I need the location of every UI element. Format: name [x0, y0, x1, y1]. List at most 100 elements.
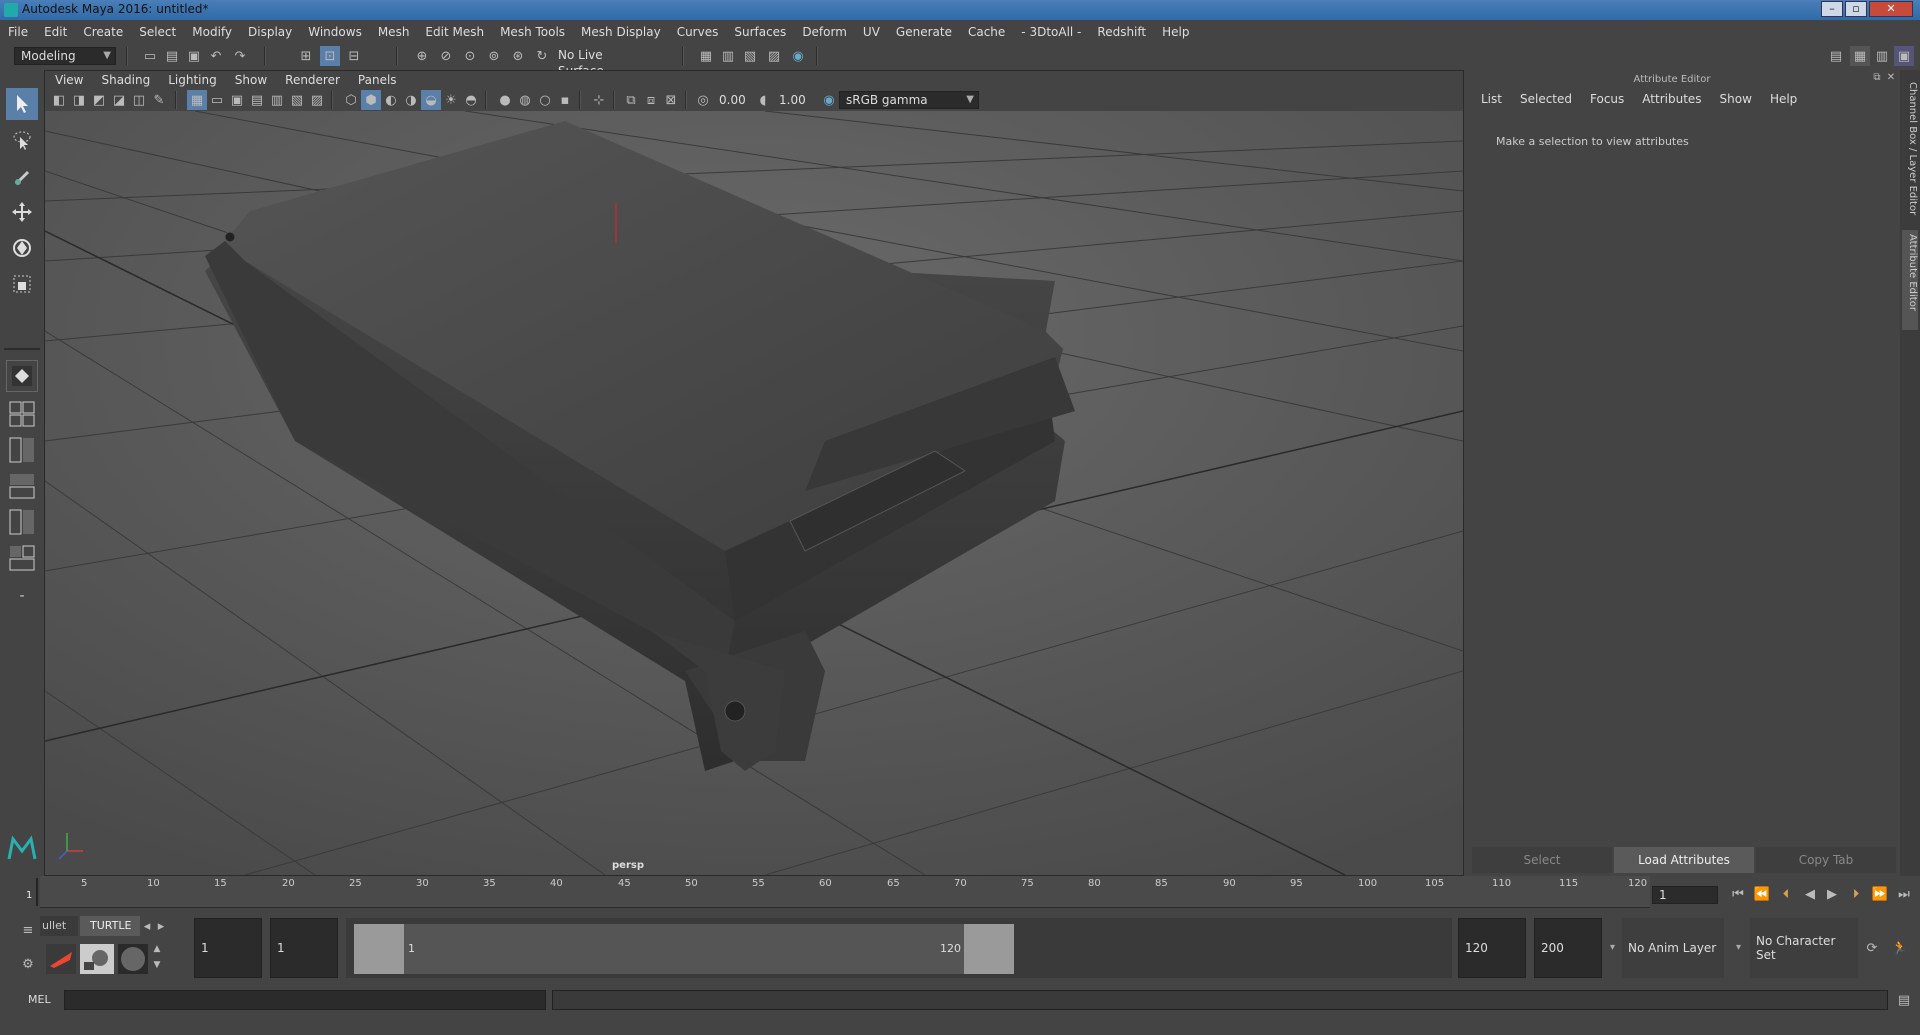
attr-menu-show[interactable]: Show — [1711, 92, 1761, 106]
rotate-tool-icon[interactable] — [6, 232, 38, 264]
playback-start-field[interactable]: 1 — [270, 918, 338, 978]
menu-windows[interactable]: Windows — [300, 25, 370, 39]
animation-preferences-icon[interactable]: 🏃 — [1890, 938, 1910, 958]
menu-curves[interactable]: Curves — [669, 25, 727, 39]
tool-settings-icon[interactable]: ▥ — [1872, 46, 1892, 66]
go-to-end-icon[interactable]: ⏭ — [1894, 884, 1914, 904]
shelf-menu-icon[interactable]: ≡ — [18, 920, 38, 940]
menu-modify[interactable]: Modify — [184, 25, 240, 39]
xray-joints-icon[interactable]: ⧈ — [641, 90, 661, 110]
character-set-dropdown[interactable]: No Character Set — [1750, 918, 1858, 978]
exposure-icon[interactable]: ◎ — [693, 90, 713, 110]
grid-toggle-icon[interactable]: ▦ — [187, 90, 207, 110]
menu-help[interactable]: Help — [1154, 25, 1197, 39]
maximize-button[interactable]: ▫ — [1845, 1, 1867, 17]
snap-point-icon[interactable]: ⊙ — [460, 46, 480, 66]
snap-grid-icon[interactable]: ⊕ — [412, 46, 432, 66]
shelf-up-icon[interactable]: ▲ — [150, 942, 164, 956]
mode-dropdown[interactable]: Modeling ▼ — [14, 47, 116, 65]
menu-file[interactable]: File — [0, 25, 36, 39]
start-frame-field[interactable]: 1 — [194, 918, 262, 978]
play-forwards-icon[interactable]: ▶ — [1822, 884, 1842, 904]
wireframe-on-shaded-icon[interactable]: ◑ — [401, 90, 421, 110]
turtle-sphere-icon[interactable] — [118, 944, 148, 974]
select-button[interactable]: Select — [1472, 847, 1612, 873]
safe-action-icon[interactable]: ▧ — [287, 90, 307, 110]
3d-viewport[interactable]: persp — [45, 111, 1463, 875]
hypershade-icon[interactable]: ▨ — [764, 46, 784, 66]
anim-layer-dropdown[interactable]: No Anim Layer — [1622, 918, 1724, 978]
attr-menu-selected[interactable]: Selected — [1511, 92, 1581, 106]
xray-components-icon[interactable]: ⊠ — [661, 90, 681, 110]
snap-curve-icon[interactable]: ⊘ — [436, 46, 456, 66]
color-space-dropdown[interactable]: sRGB gamma ▼ — [839, 91, 979, 109]
close-button[interactable]: ✕ — [1869, 1, 1913, 17]
attribute-editor-tab[interactable]: Attribute Editor — [1902, 230, 1918, 330]
go-to-start-icon[interactable]: ⏮ — [1728, 884, 1748, 904]
film-gate-icon[interactable]: ▭ — [207, 90, 227, 110]
menu-display[interactable]: Display — [240, 25, 300, 39]
menu-uv[interactable]: UV — [855, 25, 888, 39]
depth-of-field-icon[interactable]: ▪ — [555, 90, 575, 110]
hypershade-layout-icon[interactable] — [6, 542, 38, 574]
shelf-scroll-left-icon[interactable]: ◂ — [140, 916, 154, 936]
anim-layer-dropdown-icon[interactable]: ▾ — [1610, 942, 1615, 953]
step-back-frame-icon[interactable]: ⏴ — [1776, 884, 1796, 904]
float-panel-icon[interactable]: ⧉ — [1870, 70, 1884, 84]
menu-deform[interactable]: Deform — [794, 25, 855, 39]
channel-box-toggle-icon[interactable]: ▣ — [1894, 46, 1914, 66]
modeling-toolkit-icon[interactable]: ▤ — [1826, 46, 1846, 66]
step-forward-key-icon[interactable]: ⏩ — [1870, 884, 1890, 904]
current-frame-field[interactable]: 1 — [1652, 886, 1718, 904]
2d-pan-zoom-icon[interactable]: ◫ — [129, 90, 149, 110]
persp-outliner-layout-icon[interactable] — [6, 434, 38, 466]
outliner-layout-icon[interactable] — [6, 506, 38, 538]
safe-title-icon[interactable]: ▨ — [307, 90, 327, 110]
attr-menu-help[interactable]: Help — [1761, 92, 1806, 106]
menu-edit-mesh[interactable]: Edit Mesh — [417, 25, 492, 39]
magnet-icon[interactable]: ↻ — [532, 46, 552, 66]
current-time-indicator[interactable] — [36, 878, 38, 906]
attr-menu-focus[interactable]: Focus — [1581, 92, 1633, 106]
gamma-icon[interactable]: ◖ — [753, 90, 773, 110]
minimize-button[interactable]: – — [1821, 1, 1843, 17]
mel-label[interactable]: MEL — [28, 993, 51, 1006]
single-perspective-layout-icon[interactable] — [6, 360, 38, 392]
step-back-key-icon[interactable]: ⏪ — [1752, 884, 1772, 904]
menu-cache[interactable]: Cache — [960, 25, 1013, 39]
undo-icon[interactable]: ↶ — [206, 46, 226, 66]
auto-key-icon[interactable]: ⟳ — [1862, 938, 1882, 958]
viewport-menu-show[interactable]: Show — [225, 73, 275, 87]
shelf-settings-icon[interactable]: ⚙ — [18, 954, 38, 974]
select-by-hierarchy-icon[interactable]: ⊞ — [296, 46, 316, 66]
move-tool-icon[interactable] — [6, 196, 38, 228]
end-frame-field[interactable]: 200 — [1534, 918, 1602, 978]
resolution-gate-icon[interactable]: ▣ — [227, 90, 247, 110]
open-scene-icon[interactable]: ▤ — [162, 46, 182, 66]
range-start-handle[interactable] — [354, 924, 404, 974]
load-attributes-button[interactable]: Load Attributes — [1614, 847, 1754, 873]
scale-tool-icon[interactable] — [6, 268, 38, 300]
range-end-handle[interactable] — [964, 924, 1014, 974]
select-by-object-icon[interactable]: ⊡ — [320, 46, 340, 66]
new-scene-icon[interactable]: ▭ — [140, 46, 160, 66]
menu-mesh[interactable]: Mesh — [370, 25, 418, 39]
shelf-tab-bullet[interactable]: ullet — [40, 916, 78, 936]
character-set-dropdown-icon[interactable]: ▾ — [1736, 942, 1741, 953]
menu-3dtoall[interactable]: - 3DtoAll - — [1013, 25, 1089, 39]
menu-create[interactable]: Create — [75, 25, 131, 39]
turtle-settings-icon[interactable] — [80, 944, 114, 974]
step-forward-frame-icon[interactable]: ⏵ — [1846, 884, 1866, 904]
menu-redshift[interactable]: Redshift — [1089, 25, 1154, 39]
command-input[interactable] — [64, 990, 546, 1010]
grease-pencil-icon[interactable]: ✎ — [149, 90, 169, 110]
four-view-layout-icon[interactable] — [6, 398, 38, 430]
isolate-select-icon[interactable]: ⊹ — [589, 90, 609, 110]
turtle-render-icon[interactable] — [46, 944, 76, 974]
attr-menu-attributes[interactable]: Attributes — [1633, 92, 1710, 106]
viewport-menu-lighting[interactable]: Lighting — [158, 73, 225, 87]
menu-select[interactable]: Select — [131, 25, 184, 39]
exposure-field[interactable]: 0.00 — [713, 91, 755, 109]
persp-graph-layout-icon[interactable] — [6, 470, 38, 502]
menu-surfaces[interactable]: Surfaces — [726, 25, 794, 39]
